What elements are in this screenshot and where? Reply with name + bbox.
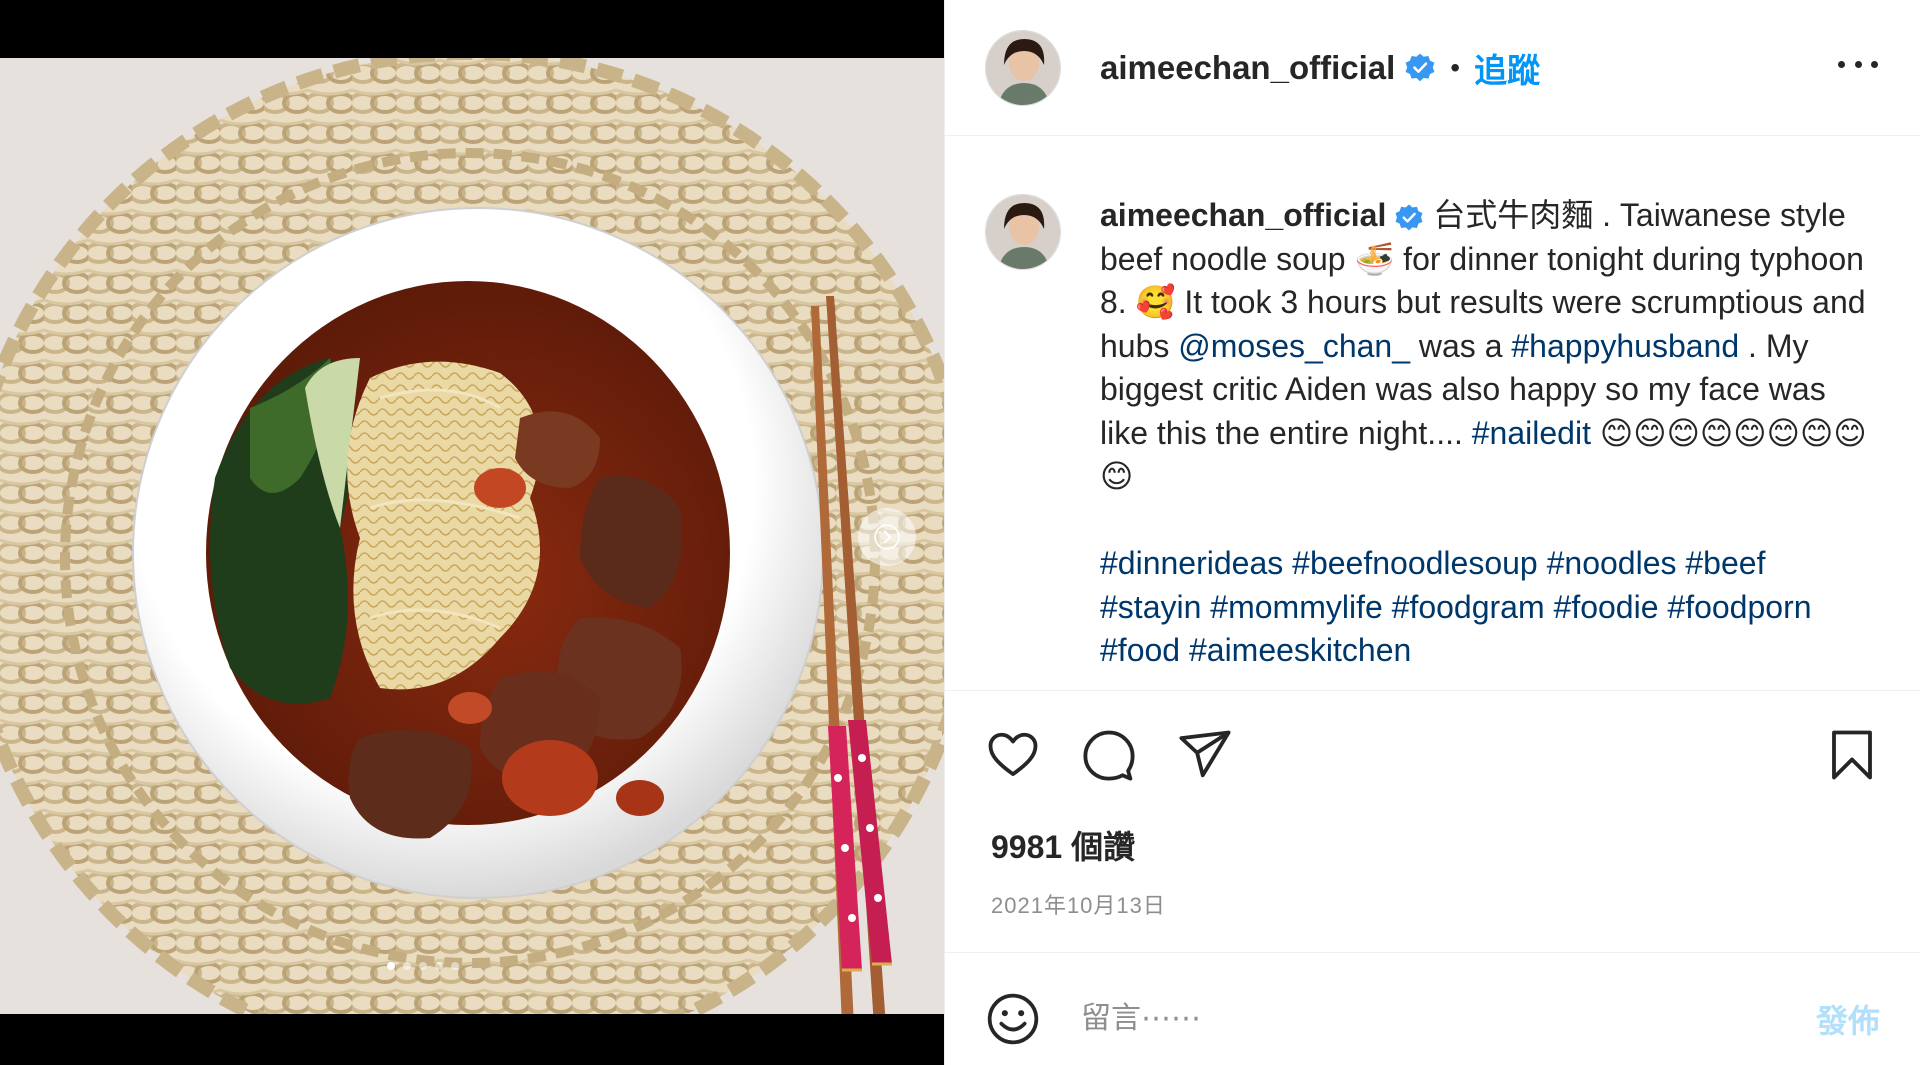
chevron-right-icon: [874, 524, 900, 550]
more-options-button[interactable]: [1838, 52, 1878, 76]
hashtag-link[interactable]: #happyhusband: [1511, 328, 1739, 364]
carousel-dot: [403, 962, 411, 970]
post-sidebar: aimeechan_official • 追蹤 aimeechan_offici…: [944, 0, 1920, 1065]
divider: [945, 952, 1920, 953]
post-dialog: aimeechan_official • 追蹤 aimeechan_offici…: [0, 0, 1920, 1065]
like-count[interactable]: 9981 個讚: [991, 822, 1135, 868]
hashtag-link[interactable]: #mommylife: [1210, 589, 1382, 625]
more-horizontal-icon: [1838, 60, 1845, 68]
hashtag-link[interactable]: #beefnoodlesoup: [1292, 545, 1538, 581]
hashtag-link[interactable]: #noodles: [1547, 545, 1677, 581]
caption-segment: was a: [1410, 327, 1512, 364]
more-dot: [1871, 60, 1878, 68]
share-button[interactable]: [1177, 727, 1233, 783]
action-bar: [985, 727, 1880, 783]
comment-button[interactable]: [1081, 727, 1137, 783]
caption-body: aimeechan_official 台式牛肉麵 . Taiwanese sty…: [1100, 194, 1870, 499]
post-date: 2021年10月13日: [991, 893, 1166, 918]
separator-dot: •: [1450, 51, 1461, 83]
heart-icon: [988, 732, 1038, 777]
comment-icon: [1083, 730, 1135, 781]
header-username[interactable]: aimeechan_official: [1100, 49, 1395, 87]
caption-avatar[interactable]: [985, 194, 1061, 270]
hashtag-link[interactable]: #food: [1100, 632, 1180, 668]
post-media: [0, 0, 944, 1065]
carousel-indicator: [0, 962, 895, 970]
caption-text: aimeechan_official 台式牛肉麵 . Taiwanese sty…: [1100, 194, 1870, 673]
comment-input[interactable]: [1079, 1001, 1816, 1037]
hashtag-link[interactable]: #dinnerideas: [1100, 545, 1283, 581]
carousel-dot: [451, 962, 459, 970]
caption-username[interactable]: aimeechan_official: [1100, 197, 1386, 233]
save-button[interactable]: [1824, 727, 1880, 783]
follow-button[interactable]: 追蹤: [1474, 44, 1540, 92]
post-comment-button[interactable]: 發佈: [1816, 996, 1880, 1042]
mention-link[interactable]: @moses_chan_: [1178, 328, 1410, 364]
emoji-button[interactable]: [985, 991, 1041, 1047]
bookmark-icon: [1832, 730, 1872, 780]
post-header: aimeechan_official • 追蹤: [945, 0, 1920, 136]
carousel-dot: [387, 962, 395, 970]
caption-hashtags: #dinnerideas #beefnoodlesoup #noodles #b…: [1100, 542, 1870, 673]
more-dot: [1854, 60, 1862, 68]
hashtag-link[interactable]: #foodgram: [1392, 589, 1545, 625]
hashtag-link[interactable]: #stayin: [1100, 589, 1201, 625]
comment-bar: 發佈: [985, 990, 1880, 1048]
post-photo: [0, 58, 944, 1014]
carousel-dot: [419, 962, 427, 970]
hashtag-link[interactable]: #nailedit: [1472, 415, 1591, 451]
avatar[interactable]: [985, 29, 1061, 106]
hashtag-link[interactable]: #aimeeskitchen: [1189, 632, 1411, 668]
hashtag-link[interactable]: #beef: [1685, 545, 1765, 581]
verified-badge-icon: [1404, 52, 1436, 84]
like-button[interactable]: [985, 727, 1041, 783]
carousel-next-button[interactable]: [858, 508, 916, 566]
emoji-icon: [987, 993, 1039, 1045]
divider: [945, 690, 1920, 691]
hashtag-link[interactable]: #foodporn: [1667, 589, 1811, 625]
paper-plane-icon: [1179, 730, 1231, 778]
carousel-dot: [435, 962, 443, 970]
verified-badge-icon: [1394, 203, 1424, 233]
hashtag-link[interactable]: #foodie: [1554, 589, 1659, 625]
post-caption: aimeechan_official 台式牛肉麵 . Taiwanese sty…: [985, 194, 1890, 673]
